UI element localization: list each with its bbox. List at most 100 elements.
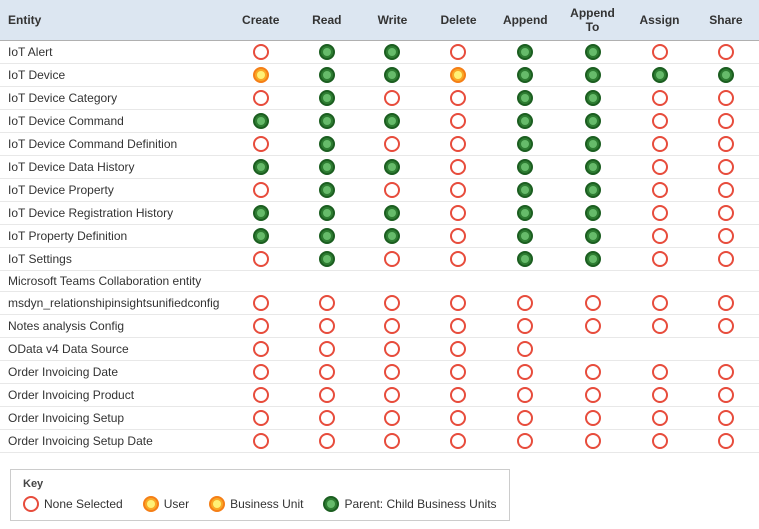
green-circle-icon — [517, 90, 533, 106]
share-cell — [693, 156, 759, 179]
empty-circle-icon — [450, 90, 466, 106]
append-cell — [492, 271, 559, 292]
append-cell — [492, 41, 559, 64]
empty-circle-icon — [253, 387, 269, 403]
empty-circle-icon — [718, 318, 734, 334]
empty-circle-icon — [585, 433, 601, 449]
write-cell — [360, 202, 426, 225]
write-cell — [360, 156, 426, 179]
table-row: IoT Device Data History — [0, 156, 759, 179]
delete-cell — [425, 156, 491, 179]
table-row: Order Invoicing Setup Date — [0, 430, 759, 453]
green-circle-icon — [253, 159, 269, 175]
key-item-label: Business Unit — [230, 497, 303, 511]
empty-circle-icon — [718, 44, 734, 60]
delete-cell — [425, 248, 491, 271]
read-cell — [294, 430, 360, 453]
empty-circle-icon — [450, 410, 466, 426]
delete-cell — [425, 315, 491, 338]
green-circle-icon — [517, 159, 533, 175]
key-item-label: Parent: Child Business Units — [344, 497, 496, 511]
green-circle-icon — [517, 251, 533, 267]
green-circle-icon — [384, 159, 400, 175]
share-cell — [693, 202, 759, 225]
green-circle-icon — [585, 205, 601, 221]
delete-cell — [425, 202, 491, 225]
green-circle-icon — [585, 228, 601, 244]
appendTo-cell — [559, 41, 626, 64]
empty-circle-icon — [517, 341, 533, 357]
green-circle-icon — [517, 182, 533, 198]
share-cell — [693, 361, 759, 384]
empty-circle-icon — [253, 182, 269, 198]
empty-circle-icon — [450, 113, 466, 129]
share-cell — [693, 430, 759, 453]
green-circle-icon — [319, 159, 335, 175]
empty-circle-icon — [652, 90, 668, 106]
green-circle-icon — [384, 228, 400, 244]
appendTo-cell — [559, 87, 626, 110]
green-circle-icon — [585, 251, 601, 267]
appendTo-cell — [559, 315, 626, 338]
appendTo-cell — [559, 384, 626, 407]
entity-name: IoT Alert — [0, 41, 227, 64]
yellow-circle-icon — [253, 67, 269, 83]
green-circle-icon — [517, 44, 533, 60]
table-row: IoT Device Command — [0, 110, 759, 133]
entity-name: IoT Device Registration History — [0, 202, 227, 225]
table-row: Order Invoicing Setup — [0, 407, 759, 430]
entity-name: IoT Device — [0, 64, 227, 87]
assign-cell — [626, 338, 693, 361]
read-cell — [294, 384, 360, 407]
green-circle-icon — [319, 90, 335, 106]
empty-circle-icon — [253, 44, 269, 60]
append-cell — [492, 315, 559, 338]
append-cell — [492, 430, 559, 453]
empty-circle-icon — [450, 387, 466, 403]
green-circle-icon — [517, 113, 533, 129]
delete-cell — [425, 384, 491, 407]
entity-name: IoT Settings — [0, 248, 227, 271]
delete-cell — [425, 41, 491, 64]
delete-cell — [425, 179, 491, 202]
assign-cell — [626, 179, 693, 202]
empty-circle-icon — [319, 364, 335, 380]
create-cell — [227, 133, 293, 156]
write-cell — [360, 292, 426, 315]
share-cell — [693, 384, 759, 407]
key-section: Key None SelectedUserBusiness UnitParent… — [10, 469, 510, 521]
appendTo-cell — [559, 430, 626, 453]
create-cell — [227, 225, 293, 248]
create-cell — [227, 202, 293, 225]
entity-name: Order Invoicing Setup — [0, 407, 227, 430]
appendTo-cell — [559, 225, 626, 248]
green-circle-icon — [319, 136, 335, 152]
append-cell — [492, 248, 559, 271]
assign-cell — [626, 315, 693, 338]
read-cell — [294, 179, 360, 202]
read-cell — [294, 271, 360, 292]
read-cell — [294, 292, 360, 315]
assign-cell — [626, 64, 693, 87]
write-cell — [360, 133, 426, 156]
empty-circle-icon — [384, 410, 400, 426]
empty-circle-icon — [450, 341, 466, 357]
entity-name: IoT Device Category — [0, 87, 227, 110]
col-header-delete: Delete — [425, 0, 491, 41]
empty-circle-icon — [718, 159, 734, 175]
empty-circle-icon — [718, 205, 734, 221]
empty-circle-icon — [384, 341, 400, 357]
empty-circle-icon — [718, 113, 734, 129]
read-cell — [294, 315, 360, 338]
empty-circle-icon — [517, 295, 533, 311]
share-cell — [693, 110, 759, 133]
append-cell — [492, 407, 559, 430]
share-cell — [693, 64, 759, 87]
col-header-append: Append — [492, 0, 559, 41]
share-cell — [693, 338, 759, 361]
empty-circle-icon — [652, 251, 668, 267]
share-cell — [693, 179, 759, 202]
empty-circle-icon — [253, 341, 269, 357]
read-cell — [294, 202, 360, 225]
empty-circle-icon — [319, 387, 335, 403]
